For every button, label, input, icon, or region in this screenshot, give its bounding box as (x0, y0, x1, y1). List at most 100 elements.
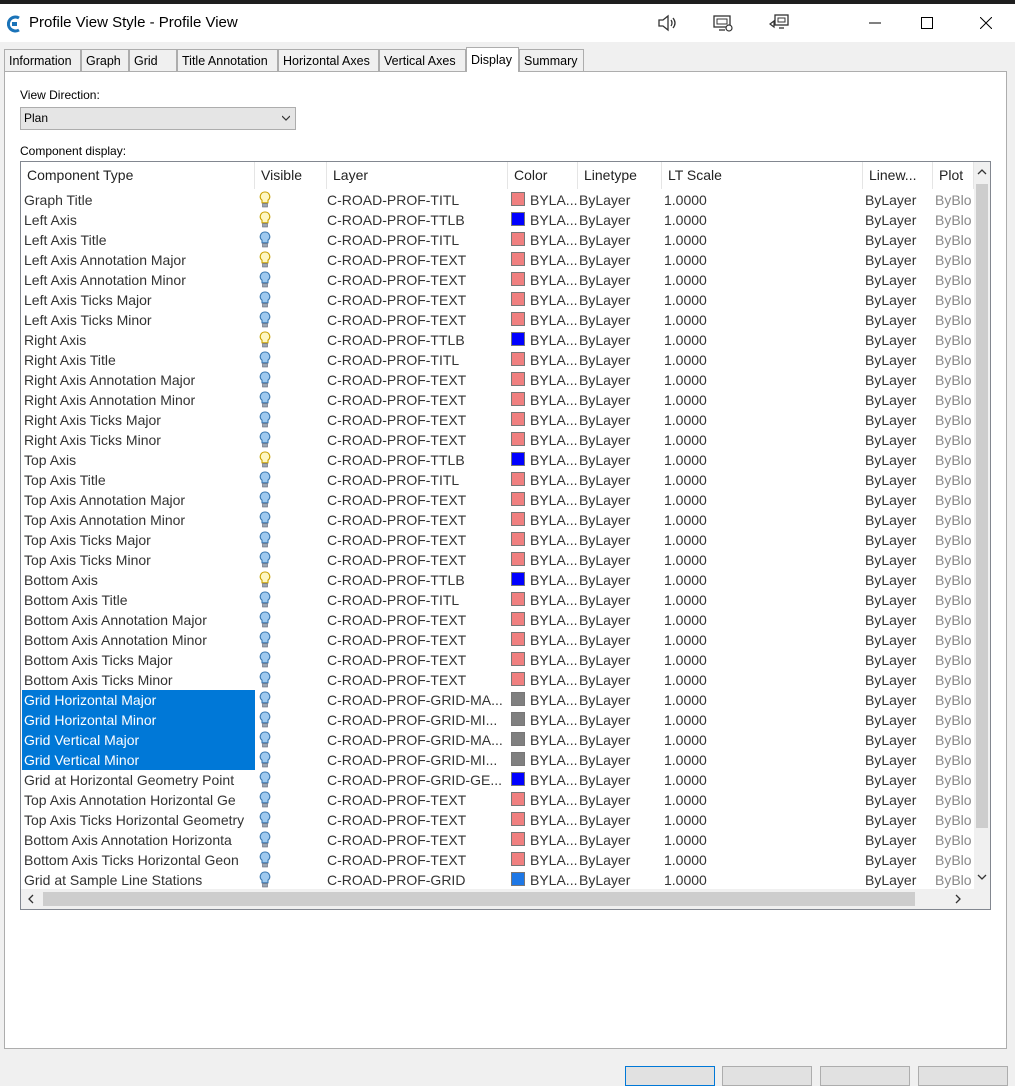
color-swatch[interactable] (511, 492, 525, 506)
lt-scale-cell[interactable]: 1.0000 (664, 230, 744, 250)
apply-button[interactable] (820, 1066, 910, 1086)
color-cell[interactable]: BYLA... (530, 310, 580, 330)
lineweight-cell[interactable]: ByLayer (865, 530, 925, 550)
table-row[interactable]: Left Axis Ticks Minor C-ROAD-PROF-TEXT BYL… (21, 310, 974, 330)
layer-cell[interactable]: C-ROAD-PROF-GRID-GE... (327, 770, 509, 790)
linetype-cell[interactable]: ByLayer (579, 650, 659, 670)
lt-scale-cell[interactable]: 1.0000 (664, 610, 744, 630)
color-cell[interactable]: BYLA... (530, 370, 580, 390)
color-cell[interactable]: BYLA... (530, 350, 580, 370)
lineweight-cell[interactable]: ByLayer (865, 490, 925, 510)
layer-cell[interactable]: C-ROAD-PROF-TEXT (327, 850, 509, 870)
layer-cell[interactable]: C-ROAD-PROF-TEXT (327, 630, 509, 650)
visible-cell[interactable] (259, 470, 275, 490)
lightbulb-on-icon[interactable] (259, 571, 271, 589)
lightbulb-off-icon[interactable] (259, 351, 271, 369)
layer-cell[interactable]: C-ROAD-PROF-TTLB (327, 450, 509, 470)
color-cell[interactable]: BYLA... (530, 470, 580, 490)
lineweight-cell[interactable]: ByLayer (865, 290, 925, 310)
lightbulb-on-icon[interactable] (259, 211, 271, 229)
component-type-cell[interactable]: Bottom Axis Ticks Minor (22, 670, 255, 690)
tab-display[interactable]: Display (466, 47, 519, 72)
layer-cell[interactable]: C-ROAD-PROF-TEXT (327, 790, 509, 810)
lightbulb-off-icon[interactable] (259, 371, 271, 389)
component-type-cell[interactable]: Top Axis Annotation Horizontal Ge (22, 790, 255, 810)
component-type-cell[interactable]: Right Axis Ticks Major (22, 410, 255, 430)
table-row[interactable]: Grid Horizontal Minor C-ROAD-PROF-GRID-MI… (21, 710, 974, 730)
visible-cell[interactable] (259, 530, 275, 550)
visible-cell[interactable] (259, 730, 275, 750)
lightbulb-off-icon[interactable] (259, 751, 271, 769)
color-swatch[interactable] (511, 472, 525, 486)
color-swatch[interactable] (511, 512, 525, 526)
table-row[interactable]: Bottom Axis Ticks Minor C-ROAD-PROF-TEXT B… (21, 670, 974, 690)
component-type-cell[interactable]: Left Axis Annotation Minor (22, 270, 255, 290)
layer-cell[interactable]: C-ROAD-PROF-GRID-MI... (327, 710, 509, 730)
plot-style-cell[interactable]: ByBlo (935, 810, 974, 830)
table-row[interactable]: Graph Title C-ROAD-PROF-TITL BYLA... ByLaye… (21, 190, 974, 210)
layer-cell[interactable]: C-ROAD-PROF-TTLB (327, 330, 509, 350)
color-swatch[interactable] (511, 592, 525, 606)
lightbulb-off-icon[interactable] (259, 731, 271, 749)
lineweight-cell[interactable]: ByLayer (865, 710, 925, 730)
maximize-button[interactable] (904, 4, 950, 42)
lineweight-cell[interactable]: ByLayer (865, 410, 925, 430)
table-row[interactable]: Grid at Sample Line Stations C-ROAD-PROF-… (21, 870, 974, 890)
linetype-cell[interactable]: ByLayer (579, 330, 659, 350)
linetype-cell[interactable]: ByLayer (579, 870, 659, 890)
table-row[interactable]: Grid at Horizontal Geometry Point C-ROAD-… (21, 770, 974, 790)
component-type-cell[interactable]: Top Axis Annotation Minor (22, 510, 255, 530)
component-type-cell[interactable]: Grid Horizontal Major (22, 690, 255, 710)
linetype-cell[interactable]: ByLayer (579, 610, 659, 630)
color-cell[interactable]: BYLA... (530, 870, 580, 890)
lightbulb-on-icon[interactable] (259, 191, 271, 209)
plot-style-cell[interactable]: ByBlo (935, 490, 974, 510)
color-swatch[interactable] (511, 372, 525, 386)
plot-style-cell[interactable]: ByBlo (935, 750, 974, 770)
help-button[interactable] (918, 1066, 1008, 1086)
lt-scale-cell[interactable]: 1.0000 (664, 790, 744, 810)
lightbulb-off-icon[interactable] (259, 671, 271, 689)
lineweight-cell[interactable]: ByLayer (865, 670, 925, 690)
lineweight-cell[interactable]: ByLayer (865, 590, 925, 610)
visible-cell[interactable] (259, 850, 275, 870)
table-row[interactable]: Left Axis Title C-ROAD-PROF-TITL BYLA... By… (21, 230, 974, 250)
plot-style-cell[interactable]: ByBlo (935, 190, 974, 210)
plot-style-cell[interactable]: ByBlo (935, 610, 974, 630)
lineweight-cell[interactable]: ByLayer (865, 850, 925, 870)
visible-cell[interactable] (259, 770, 275, 790)
lt-scale-cell[interactable]: 1.0000 (664, 710, 744, 730)
color-cell[interactable]: BYLA... (530, 750, 580, 770)
color-cell[interactable]: BYLA... (530, 850, 580, 870)
plot-style-cell[interactable]: ByBlo (935, 290, 974, 310)
lt-scale-cell[interactable]: 1.0000 (664, 670, 744, 690)
visible-cell[interactable] (259, 710, 275, 730)
component-type-cell[interactable]: Right Axis Ticks Minor (22, 430, 255, 450)
scroll-left-icon[interactable] (27, 894, 35, 904)
color-cell[interactable]: BYLA... (530, 450, 580, 470)
lightbulb-off-icon[interactable] (259, 611, 271, 629)
plot-style-cell[interactable]: ByBlo (935, 510, 974, 530)
lightbulb-off-icon[interactable] (259, 691, 271, 709)
table-row[interactable]: Right Axis C-ROAD-PROF-TTLB BYLA... ByLayer… (21, 330, 974, 350)
lt-scale-cell[interactable]: 1.0000 (664, 450, 744, 470)
linetype-cell[interactable]: ByLayer (579, 510, 659, 530)
visible-cell[interactable] (259, 870, 275, 890)
color-cell[interactable]: BYLA... (530, 790, 580, 810)
color-swatch[interactable] (511, 452, 525, 466)
table-row[interactable]: Top Axis Annotation Minor C-ROAD-PROF-TEX… (21, 510, 974, 530)
lineweight-cell[interactable]: ByLayer (865, 830, 925, 850)
layer-cell[interactable]: C-ROAD-PROF-TEXT (327, 670, 509, 690)
horizontal-scrollbar[interactable] (21, 889, 974, 909)
linetype-cell[interactable]: ByLayer (579, 490, 659, 510)
visible-cell[interactable] (259, 230, 275, 250)
linetype-cell[interactable]: ByLayer (579, 310, 659, 330)
color-cell[interactable]: BYLA... (530, 670, 580, 690)
visible-cell[interactable] (259, 370, 275, 390)
tab-information[interactable]: Information (4, 49, 81, 71)
plot-style-cell[interactable]: ByBlo (935, 270, 974, 290)
linetype-cell[interactable]: ByLayer (579, 350, 659, 370)
plot-style-cell[interactable]: ByBlo (935, 850, 974, 870)
view-direction-select[interactable]: Plan (20, 107, 296, 130)
plot-style-cell[interactable]: ByBlo (935, 870, 974, 890)
